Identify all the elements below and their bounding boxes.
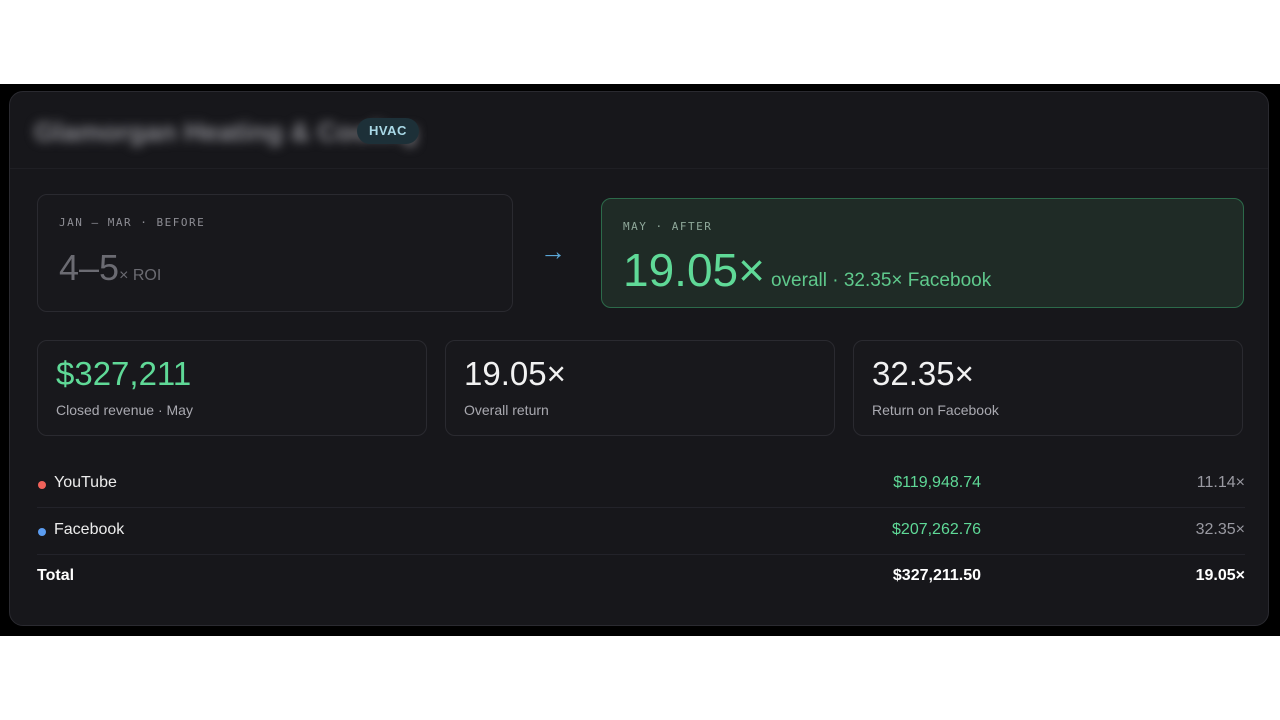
- total-row: Total $327,211.50 19.05×: [37, 554, 1245, 600]
- after-roi-number: 19.05×: [623, 244, 765, 296]
- after-panel: MAY · AFTER 19.05× overall · 32.35× Faceb…: [601, 198, 1244, 308]
- industry-badge: HVAC: [357, 118, 419, 144]
- stat-label: Closed revenue · May: [56, 402, 193, 418]
- stat-closed-revenue: $327,211 Closed revenue · May: [37, 340, 427, 436]
- after-roi-detail: overall · 32.35× Facebook: [770, 270, 992, 291]
- card-header: Glamorgan Heating & Cooling HVAC: [10, 92, 1268, 169]
- stat-label: Overall return: [464, 402, 549, 418]
- channel-multiple: 32.35×: [1195, 521, 1245, 538]
- arrow-right-icon: →: [540, 236, 566, 266]
- facebook-dot-icon: [38, 528, 46, 536]
- stat-value: $327,211: [56, 355, 192, 392]
- channel-name: YouTube: [54, 474, 117, 491]
- after-label: MAY · AFTER: [623, 220, 713, 233]
- roi-card: Glamorgan Heating & Cooling HVAC JAN – M…: [9, 91, 1269, 626]
- screen-backdrop: Glamorgan Heating & Cooling HVAC JAN – M…: [0, 84, 1280, 636]
- channel-row-youtube: YouTube $119,948.74 11.14×: [37, 461, 1245, 508]
- stat-overall-return: 19.05× Overall return: [445, 340, 835, 436]
- channel-name: Facebook: [54, 521, 125, 538]
- stat-return-facebook: 32.35× Return on Facebook: [853, 340, 1243, 436]
- stat-label: Return on Facebook: [872, 402, 999, 418]
- total-multiple: 19.05×: [1195, 567, 1245, 584]
- stat-value: 32.35×: [872, 355, 974, 392]
- before-label: JAN – MAR · BEFORE: [59, 216, 206, 229]
- total-revenue: $327,211.50: [892, 567, 981, 584]
- after-roi-value: 19.05× overall · 32.35× Facebook: [623, 243, 991, 297]
- youtube-dot-icon: [38, 481, 46, 489]
- before-roi-unit: × ROI: [119, 267, 162, 284]
- channel-revenue: $119,948.74: [893, 474, 981, 491]
- channel-revenue: $207,262.76: [892, 521, 981, 538]
- total-label: Total: [37, 567, 75, 584]
- before-roi-value: 4–5× ROI: [59, 247, 161, 289]
- before-roi-number: 4–5: [59, 247, 120, 288]
- stat-value: 19.05×: [464, 355, 566, 392]
- channel-multiple: 11.14×: [1196, 474, 1245, 491]
- channel-row-facebook: Facebook $207,262.76 32.35×: [37, 508, 1245, 555]
- before-panel: JAN – MAR · BEFORE 4–5× ROI: [37, 194, 513, 312]
